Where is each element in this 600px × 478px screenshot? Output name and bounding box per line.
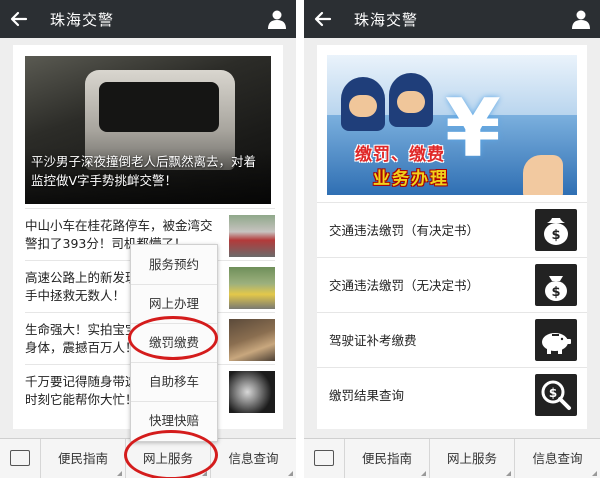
service-label: 交通违法缴罚（有决定书） [329,223,480,238]
menu-item-self-move-car[interactable]: 自助移车 [131,362,217,402]
top-bar: 珠海交警 [0,0,296,38]
service-label: 驾驶证补考缴费 [329,333,417,348]
headline-article[interactable]: 平沙男子深夜撞倒老人后飘然离去，对着监控做V字手势挑衅交警！ [25,56,271,204]
service-item-license-retest-fee[interactable]: 驾驶证补考缴费 [317,312,587,367]
service-list: ¥ 缴罚、缴费 业务办理 交通违法缴罚（有决定书） $ 交通违法缴罚（无决定书） [317,45,587,429]
tab-online-service[interactable]: 网上服务 [126,439,211,478]
tab-label: 信息查询 [228,451,279,466]
service-item-fine-without-notice[interactable]: 交通违法缴罚（无决定书） $ [317,257,587,312]
svg-text:$: $ [551,285,560,300]
hero-photo-windshield [99,82,219,132]
money-bag-icon: $ [535,209,577,251]
user-profile-icon[interactable] [570,8,592,30]
left-screen: 珠海交警 平沙男子深夜撞倒老人后飘然离去，对着监控做V字手势挑衅交警！ 中山小车… [0,0,296,478]
keyboard-icon [10,450,30,466]
service-label: 缴罚结果查询 [329,388,405,403]
tab-label: 便民指南 [361,451,412,466]
top-bar: 珠海交警 [304,0,600,38]
back-arrow-icon[interactable] [312,8,334,30]
service-item-fine-result-query[interactable]: 缴罚结果查询 $ [317,367,587,422]
yen-icon: ¥ [445,82,501,175]
corner-triangle-icon [592,471,597,476]
tab-label: 网上服务 [142,451,193,466]
svg-text:$: $ [551,228,560,243]
tab-label: 便民指南 [57,451,108,466]
banner-subtitle: 业务办理 [373,169,449,189]
menu-item-quick-claim[interactable]: 快理快赔 [131,401,217,440]
tab-label: 网上服务 [446,451,497,466]
magnifier-dollar-icon: $ [535,374,577,416]
news-thumbnail [229,319,275,361]
hand-graphic [523,155,563,195]
user-profile-icon[interactable] [266,8,288,30]
page-title: 珠海交警 [50,11,115,29]
tab-convenience-guide[interactable]: 便民指南 [345,439,430,478]
banner-title: 缴罚、缴费 [355,145,445,165]
svg-text:$: $ [549,386,557,400]
corner-triangle-icon [117,471,122,476]
menu-item-online-handling[interactable]: 网上办理 [131,284,217,324]
fine-payment-banner: ¥ 缴罚、缴费 业务办理 [327,55,577,195]
menu-item-fine-payment[interactable]: 缴罚缴费 [131,323,217,363]
tab-info-query[interactable]: 信息查询 [211,439,296,478]
menu-item-service-booking[interactable]: 服务预约 [131,245,217,285]
headline-caption: 平沙男子深夜撞倒老人后飘然离去，对着监控做V字手势挑衅交警！ [31,154,257,188]
corner-triangle-icon [506,471,511,476]
service-item-fine-with-notice[interactable]: 交通违法缴罚（有决定书） $ [317,202,587,257]
corner-triangle-icon [288,471,293,476]
officer-face [349,95,377,117]
keyboard-icon [314,450,334,466]
bottom-menu-bar: 便民指南 网上服务 信息查询 [0,438,296,478]
right-screen: 珠海交警 ¥ 缴罚、缴费 业务办理 交通违法缴罚（有决定书） $ 交通违法缴罚（… [304,0,600,478]
money-bag-icon: $ [535,264,577,306]
back-arrow-icon[interactable] [8,8,30,30]
news-thumbnail [229,267,275,309]
tab-convenience-guide[interactable]: 便民指南 [41,439,126,478]
officer-face [397,91,425,113]
tab-online-service[interactable]: 网上服务 [430,439,515,478]
news-thumbnail [229,215,275,257]
piggy-bank-icon [535,319,577,361]
keyboard-toggle[interactable] [304,439,345,478]
keyboard-toggle[interactable] [0,439,41,478]
service-submenu: 服务预约 网上办理 缴罚缴费 自助移车 快理快赔 [130,244,218,442]
corner-triangle-icon [421,471,426,476]
bottom-menu-bar: 便民指南 网上服务 信息查询 [304,438,600,478]
corner-triangle-icon [202,471,207,476]
tab-label: 信息查询 [532,451,583,466]
service-label: 交通违法缴罚（无决定书） [329,278,480,293]
tab-info-query[interactable]: 信息查询 [515,439,600,478]
news-thumbnail [229,371,275,413]
page-title: 珠海交警 [354,11,419,29]
